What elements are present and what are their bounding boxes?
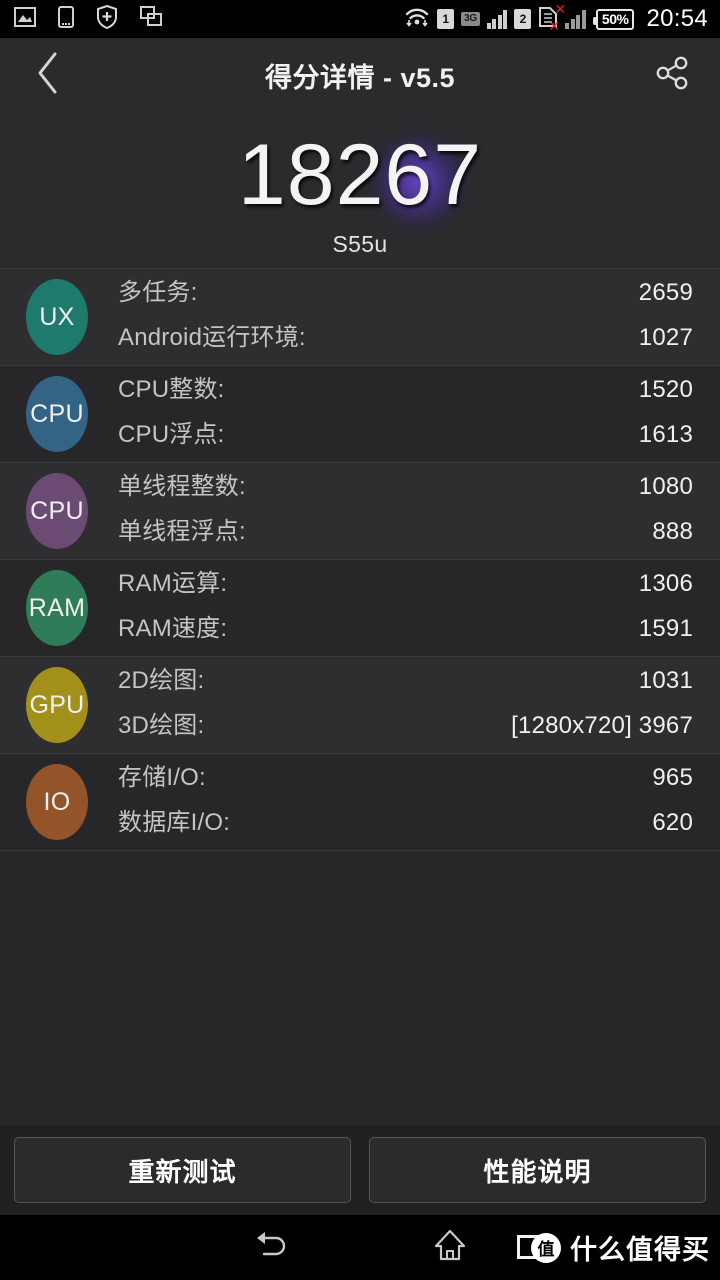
metric-value: 1591 [638, 615, 693, 642]
metric-row: 单线程浮点: 888 [118, 511, 693, 556]
sdcard-icon [58, 5, 74, 33]
nav-back-icon [250, 1228, 290, 1267]
metric-value: 1520 [638, 376, 693, 403]
metric-row: CPU浮点: 1613 [118, 414, 693, 459]
watermark-mark: 值 [531, 1232, 561, 1263]
chevron-left-icon [33, 50, 63, 101]
metric-row: RAM运算: 1306 [118, 563, 693, 608]
metric-label: 多任务: [118, 279, 198, 306]
metric-value: 620 [652, 809, 693, 836]
metric-label: 单线程浮点: [118, 518, 246, 545]
result-row: RAM RAM运算: 1306 RAM速度: 1591 [0, 559, 720, 656]
metric-group: RAM运算: 1306 RAM速度: 1591 [118, 563, 693, 653]
action-button-bar: 重新测试 性能说明 [0, 1125, 720, 1215]
empty-space [0, 850, 720, 1125]
metric-group: CPU整数: 1520 CPU浮点: 1613 [118, 369, 693, 459]
sim1-indicator: 1 [437, 9, 455, 29]
metric-label: RAM运算: [118, 570, 228, 597]
category-badge: UX [26, 279, 88, 355]
watermark-text: 什么值得买 [570, 1235, 710, 1265]
photo-icon [14, 6, 36, 32]
nav-back-button[interactable] [180, 1228, 360, 1267]
result-row: CPU CPU整数: 1520 CPU浮点: 1613 [0, 365, 720, 462]
performance-explain-button[interactable]: 性能说明 [369, 1137, 706, 1203]
metric-group: 多任务: 2659 Android运行环境: 1027 [118, 272, 693, 362]
metric-value: 1306 [638, 570, 693, 597]
share-icon [652, 53, 692, 98]
status-bar-left-icons [14, 4, 162, 34]
metric-value: 1027 [638, 324, 693, 351]
metric-label: 存储I/O: [118, 764, 206, 791]
category-badge: IO [26, 764, 88, 840]
battery-percent-label: 50% [601, 11, 629, 27]
result-row: IO 存储I/O: 965 数据库I/O: 620 [0, 753, 720, 850]
metric-value: 1613 [638, 421, 693, 448]
watermark: 值 什么值得买 [517, 1215, 710, 1280]
metric-row: 单线程整数: 1080 [118, 466, 693, 511]
nav-home-icon [432, 1227, 468, 1268]
category-badge: RAM [26, 570, 88, 646]
sim2-indicator: 2 [514, 9, 532, 29]
clock-label: 20:54 [646, 5, 708, 32]
metric-row: Android运行环境: 1027 [118, 317, 693, 362]
metric-row: 3D绘图: [1280x720] 3967 [118, 705, 693, 750]
metric-row: 2D绘图: 1031 [118, 660, 693, 705]
watermark-logo-icon: 值 [517, 1231, 561, 1265]
device-name: S55u [332, 231, 388, 257]
result-row: UX 多任务: 2659 Android运行环境: 1027 [0, 268, 720, 365]
status-bar: 1 3G 2 ✕ ✕ 50% 20:54 [0, 0, 720, 38]
wifi-icon [404, 6, 430, 33]
metric-label: Android运行环境: [118, 324, 306, 351]
metric-row: 多任务: 2659 [118, 272, 693, 317]
shield-plus-icon [96, 4, 118, 34]
metric-label: 数据库I/O: [118, 809, 231, 836]
retest-button[interactable]: 重新测试 [14, 1137, 351, 1203]
status-bar-right-icons: 1 3G 2 ✕ ✕ 50% 20:54 [404, 2, 708, 33]
metric-label: 3D绘图: [118, 712, 205, 739]
metric-value: 1031 [638, 667, 693, 694]
metric-value: 965 [652, 764, 693, 791]
metric-row: RAM速度: 1591 [118, 608, 693, 653]
network-type-label: 3G [461, 12, 480, 26]
total-score: 18267 [237, 127, 483, 223]
result-row: CPU 单线程整数: 1080 单线程浮点: 888 [0, 462, 720, 559]
signal-bars-sim1 [486, 9, 508, 29]
metric-group: 单线程整数: 1080 单线程浮点: 888 [118, 466, 693, 556]
nav-home-button[interactable] [360, 1227, 540, 1268]
category-badge: CPU [26, 376, 88, 452]
share-button[interactable] [624, 38, 720, 113]
app-header: 得分详情 - v5.5 [0, 38, 720, 113]
metric-label: CPU浮点: [118, 421, 225, 448]
back-button[interactable] [0, 38, 96, 113]
category-badge: CPU [26, 473, 88, 549]
metric-label: 单线程整数: [118, 473, 246, 500]
metric-value: 1080 [638, 473, 693, 500]
metric-label: 2D绘图: [118, 667, 205, 694]
metric-row: CPU整数: 1520 [118, 369, 693, 414]
metric-row: 数据库I/O: 620 [118, 802, 693, 847]
battery-indicator: 50% [592, 8, 635, 30]
metric-group: 存储I/O: 965 数据库I/O: 620 [118, 757, 693, 847]
windows-icon [140, 6, 162, 32]
metric-row: 存储I/O: 965 [118, 757, 693, 802]
system-nav-bar: 值 什么值得买 [0, 1215, 720, 1280]
metric-value: 888 [652, 518, 693, 545]
sim-error-icon: ✕ ✕ [538, 2, 566, 33]
result-list: UX 多任务: 2659 Android运行环境: 1027 CPU CPU整数: 1520 C… [0, 268, 720, 850]
phone-screen: 1 3G 2 ✕ ✕ 50% 20:54 得分详情 - v5.5 18267 S… [0, 0, 720, 1280]
page-title: 得分详情 - v5.5 [264, 63, 456, 93]
result-row: GPU 2D绘图: 1031 3D绘图: [1280x720] 3967 [0, 656, 720, 753]
metric-value: 2659 [638, 279, 693, 306]
metric-group: 2D绘图: 1031 3D绘图: [1280x720] 3967 [118, 660, 693, 750]
metric-label: RAM速度: [118, 615, 228, 642]
score-section: 18267 S55u [0, 113, 720, 268]
metric-value: [1280x720] 3967 [511, 712, 693, 739]
signal-bars-sim2 [565, 9, 586, 29]
metric-label: CPU整数: [118, 376, 225, 403]
category-badge: GPU [26, 667, 88, 743]
